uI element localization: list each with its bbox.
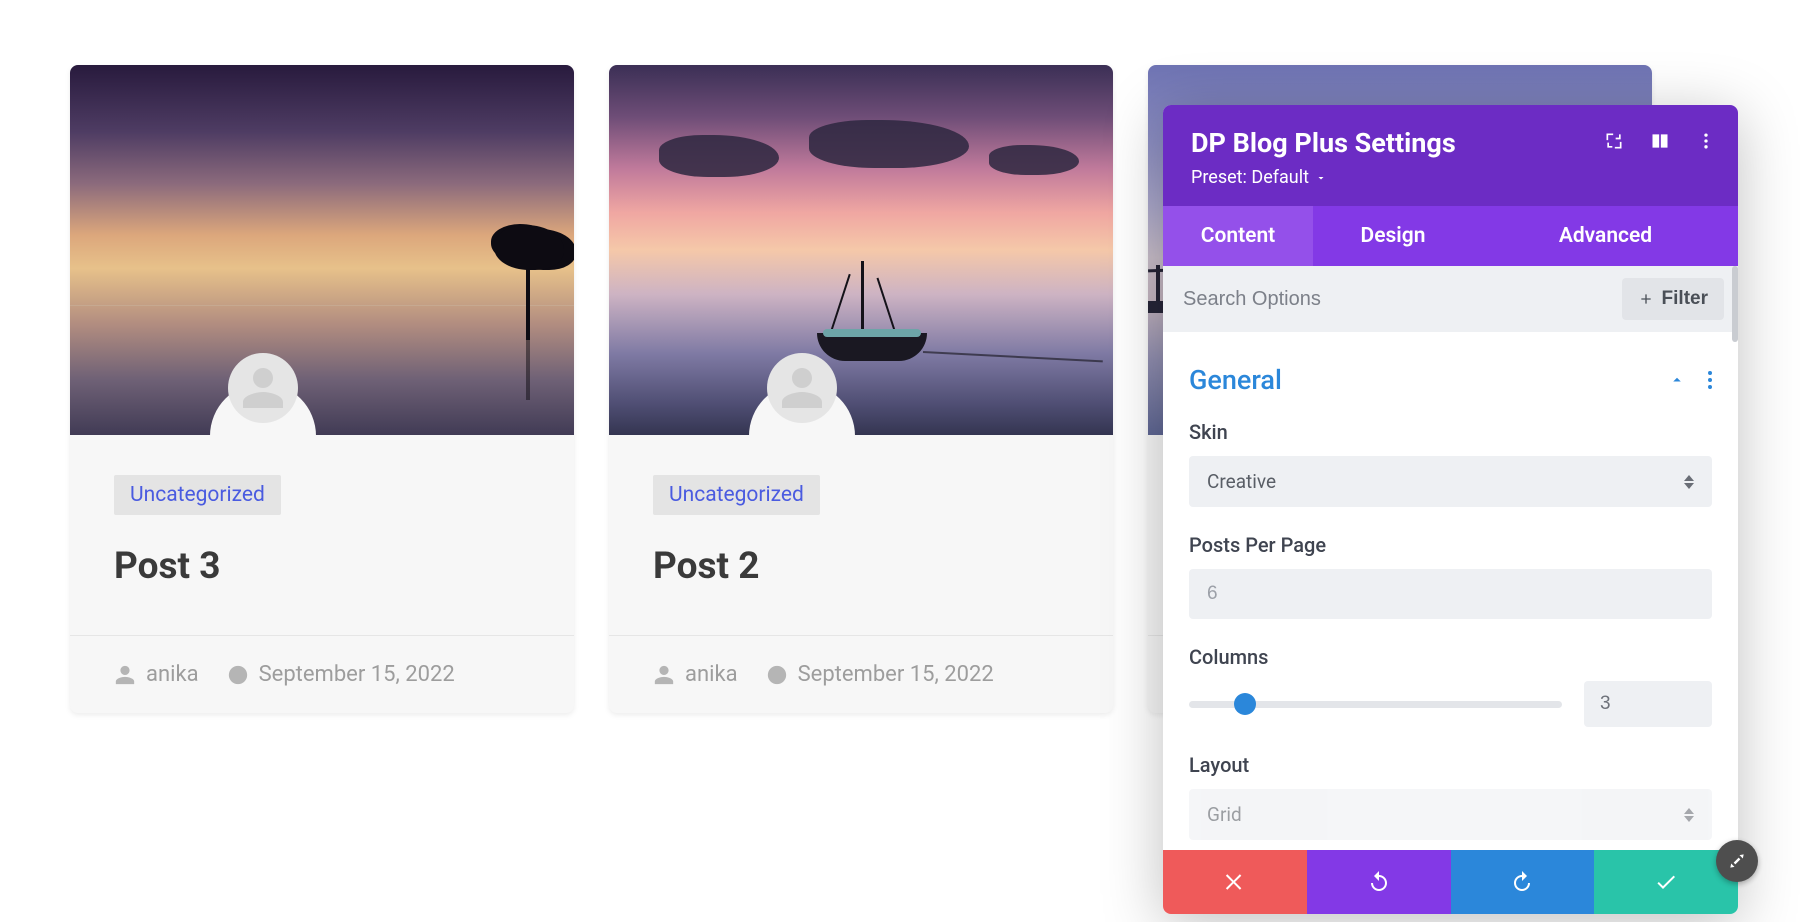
columns-icon[interactable] xyxy=(1650,131,1670,151)
post-meta: anika September 15, 2022 xyxy=(609,635,1113,713)
author-name: anika xyxy=(685,662,738,687)
check-icon xyxy=(1654,870,1678,894)
layout-select[interactable]: Grid xyxy=(1189,789,1712,840)
field-skin: Skin Creative xyxy=(1189,420,1712,507)
columns-value-input[interactable] xyxy=(1584,681,1712,727)
post-category-tag[interactable]: Uncategorized xyxy=(653,475,820,515)
preset-dropdown[interactable]: Preset: Default xyxy=(1191,167,1327,188)
chevron-down-icon xyxy=(1315,172,1327,184)
author-name: anika xyxy=(146,662,199,687)
person-icon xyxy=(653,664,675,686)
redo-icon xyxy=(1510,870,1534,894)
undo-button[interactable] xyxy=(1307,850,1451,914)
kebab-menu-icon[interactable] xyxy=(1708,371,1712,389)
date-text: September 15, 2022 xyxy=(798,662,994,687)
post-title[interactable]: Post 3 xyxy=(114,545,530,588)
expand-icon[interactable] xyxy=(1604,131,1624,151)
layout-label: Layout xyxy=(1189,753,1712,777)
post-image xyxy=(70,65,574,435)
blog-card: Uncategorized Post 3 anika September 15,… xyxy=(70,65,574,713)
tab-content[interactable]: Content xyxy=(1163,206,1313,266)
post-author[interactable]: anika xyxy=(653,662,738,687)
close-icon xyxy=(1223,870,1247,894)
posts-per-page-input[interactable] xyxy=(1189,569,1712,619)
post-meta: anika September 15, 2022 xyxy=(70,635,574,713)
date-text: September 15, 2022 xyxy=(259,662,455,687)
columns-slider[interactable] xyxy=(1189,701,1562,708)
section-title: General xyxy=(1189,364,1282,396)
ppp-label: Posts Per Page xyxy=(1189,533,1712,557)
resize-handle[interactable] xyxy=(1716,840,1758,882)
clock-icon xyxy=(227,664,249,686)
post-image xyxy=(609,65,1113,435)
redo-button[interactable] xyxy=(1451,850,1595,914)
panel-footer xyxy=(1163,850,1738,914)
field-columns: Columns xyxy=(1189,645,1712,727)
panel-header[interactable]: DP Blog Plus Settings Preset: Default xyxy=(1163,105,1738,206)
skin-select[interactable]: Creative xyxy=(1189,456,1712,507)
field-posts-per-page: Posts Per Page xyxy=(1189,533,1712,619)
author-avatar[interactable] xyxy=(228,353,298,423)
cancel-button[interactable] xyxy=(1163,850,1307,914)
clock-icon xyxy=(766,664,788,686)
post-date: September 15, 2022 xyxy=(766,662,994,687)
skin-label: Skin xyxy=(1189,420,1712,444)
post-title[interactable]: Post 2 xyxy=(653,545,1069,588)
scrollbar-thumb[interactable] xyxy=(1732,266,1738,342)
section-general-header[interactable]: General xyxy=(1189,364,1712,396)
blog-card: Uncategorized Post 2 anika September 15,… xyxy=(609,65,1113,713)
select-caret-icon xyxy=(1684,475,1694,489)
plus-icon xyxy=(1638,291,1654,307)
search-options-input[interactable] xyxy=(1183,288,1612,311)
chevron-up-icon[interactable] xyxy=(1668,371,1686,389)
person-icon xyxy=(114,664,136,686)
tab-advanced[interactable]: Advanced xyxy=(1473,206,1738,266)
author-avatar[interactable] xyxy=(767,353,837,423)
post-date: September 15, 2022 xyxy=(227,662,455,687)
select-caret-icon xyxy=(1684,808,1694,822)
tab-design[interactable]: Design xyxy=(1313,206,1473,266)
undo-icon xyxy=(1367,870,1391,894)
resize-icon xyxy=(1727,851,1747,871)
field-layout: Layout Grid xyxy=(1189,753,1712,840)
post-category-tag[interactable]: Uncategorized xyxy=(114,475,281,515)
panel-tabs: Content Design Advanced xyxy=(1163,206,1738,266)
kebab-menu-icon[interactable] xyxy=(1696,131,1716,151)
slider-thumb[interactable] xyxy=(1234,693,1256,715)
post-author[interactable]: anika xyxy=(114,662,199,687)
settings-panel: DP Blog Plus Settings Preset: Default Co… xyxy=(1163,105,1738,914)
columns-label: Columns xyxy=(1189,645,1712,669)
search-row: Filter xyxy=(1163,266,1738,332)
filter-button[interactable]: Filter xyxy=(1622,278,1724,320)
